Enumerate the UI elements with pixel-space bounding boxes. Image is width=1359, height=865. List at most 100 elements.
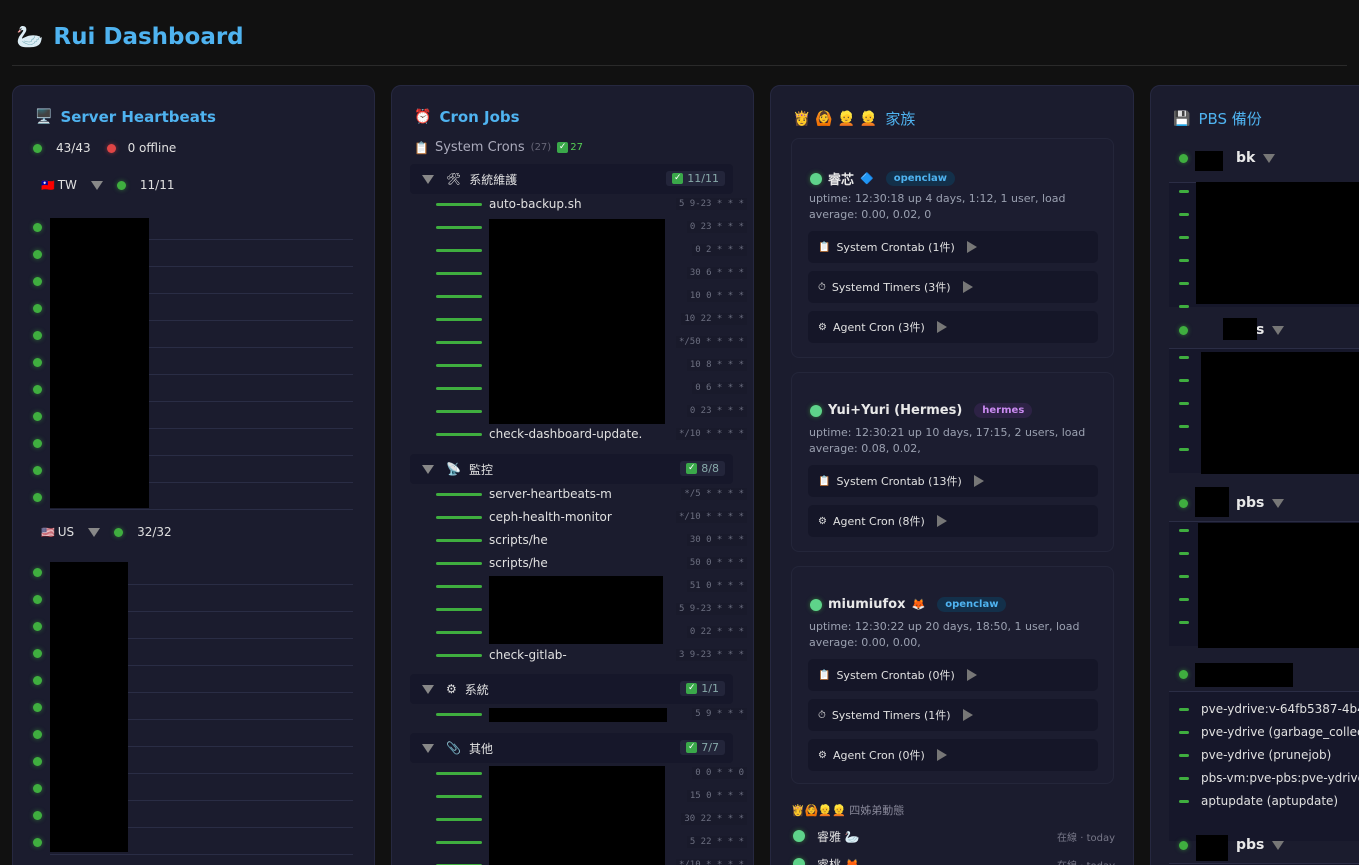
job-name: ceph-health-monitor [489,510,612,524]
cron-job-row[interactable]: scripts/he 30 0 * * * [392,531,753,551]
redacted-block [489,219,665,424]
pbs-job-item[interactable]: pve-ydrive (garbage_collectio [1201,725,1359,739]
sister-name: 睿桃 🦊 [817,857,860,865]
online-dot-icon [810,598,822,611]
cron-job-row[interactable]: check-gitlab- 3 9-23 * * * [392,646,753,666]
panel-title-text: PBS 備份 [1198,110,1262,128]
chevron-down-icon[interactable] [1272,840,1285,850]
host-name-row: Yui+Yuri (Hermes) hermes [810,403,1033,418]
pbs-backup-panel: 💾 PBS 備份 bk pbs pbs pbs pve-ydrive:v-64fb538… [1150,85,1359,865]
group-count-badge: ✓ 1/1 [680,681,725,696]
chevron-down-icon[interactable] [422,743,434,753]
redacted-block [489,576,663,644]
cron-section-toggle[interactable]: ⚙ Agent Cron (8件) [808,505,1098,537]
cron-section-toggle[interactable]: ⏱ Systemd Timers (3件) [808,271,1098,303]
job-schedule: 51 0 * * * [686,580,747,592]
cron-group-header[interactable]: 🛠 系統維護 ✓ 11/11 [410,164,733,194]
host-card: miumiufox 🦊 openclaw uptime: 12:30:22 up 20… [791,566,1114,784]
group-count-badge: ✓ 11/11 [666,171,725,186]
redacted-block [1195,487,1229,517]
status-dot-icon [33,331,42,340]
cron-job-row[interactable]: ceph-health-monitor */10 * * * * [392,508,753,528]
sister-row[interactable]: 睿雅 🦢 在線 · today [793,826,1115,846]
chevron-down-icon[interactable] [88,527,101,537]
chevron-right-icon[interactable] [936,515,947,527]
job-status-bar [436,516,482,519]
chevron-down-icon[interactable] [1263,153,1276,163]
pbs-job-item[interactable]: pbs-vm:pve-pbs:pve-ydrive::s [1201,771,1359,785]
status-dot-icon [33,358,42,367]
group-label: 系統維護 [469,172,518,187]
pbs-job-item[interactable]: pve-ydrive:v-64fb5387-4b46 ( [1201,702,1359,716]
chevron-down-icon[interactable] [422,684,434,694]
host-name: miumiufox [828,597,906,612]
cron-job-row[interactable]: auto-backup.sh 5 9-23 * * * [392,195,753,215]
status-dot-icon [116,180,126,190]
job-schedule: */50 * * * * [675,336,747,348]
agent-type-badge: hermes [974,403,1033,418]
cron-section-toggle[interactable]: ⏱ Systemd Timers (1件) [808,699,1098,731]
chevron-right-icon[interactable] [966,241,977,253]
section-label: System Crontab (0件) [836,669,955,682]
status-dot-icon [33,757,42,766]
job-schedule: 3 9-23 * * * [675,649,747,661]
agent-type-badge: openclaw [937,597,1007,612]
status-dot-icon [33,811,42,820]
job-status-bar [436,203,482,206]
gear-icon: ⚙ [818,515,827,527]
job-status-bar [436,249,482,252]
chevron-right-icon[interactable] [966,669,977,681]
cron-job-row[interactable]: server-heartbeats-m */5 * * * * [392,485,753,505]
panel-title-text: Cron Jobs [439,108,520,126]
group-count: 8/8 [701,462,719,475]
panel-title: 💾 PBS 備份 [1173,108,1262,129]
chevron-right-icon[interactable] [962,709,973,721]
redacted-block [1223,318,1257,340]
chevron-right-icon[interactable] [936,749,947,761]
sister-row[interactable]: 睿桃 🦊 在線 · today [793,854,1115,865]
region-us-header[interactable]: 🇺🇸 US 32/32 [41,525,172,539]
host-name-row: miumiufox 🦊 openclaw [810,597,1007,612]
chevron-right-icon[interactable] [973,475,984,487]
cron-jobs-panel: ⏰ Cron Jobs 📋 System Crons (27) ✓ 27 🛠 系統… [391,85,754,865]
cron-section-toggle[interactable]: ⚙ Agent Cron (3件) [808,311,1098,343]
job-status-bar [436,387,482,390]
job-schedule: 10 0 * * * [686,290,747,302]
redacted-block [489,766,665,865]
server-heartbeats-panel: 🖥️ Server Heartbeats 43/43 0 offline 🇹🇼 … [12,85,375,865]
pbs-job-item[interactable]: aptupdate (aptupdate) [1201,794,1338,808]
job-name: scripts/he [489,533,548,547]
chevron-down-icon[interactable] [90,180,103,190]
cron-section-toggle[interactable]: 📋 System Crontab (13件) [808,465,1098,497]
chevron-right-icon[interactable] [962,281,973,293]
pbs-group-label: pbs [1236,837,1265,853]
cron-section-toggle[interactable]: 📋 System Crontab (1件) [808,231,1098,263]
panel-title: 🖥️ Server Heartbeats [35,108,216,126]
cron-job-row[interactable]: check-dashboard-update. */10 * * * * [392,425,753,445]
chevron-right-icon[interactable] [936,321,947,333]
pbs-group-header[interactable]: pbs [1169,313,1359,347]
check-icon: ✓ [672,173,684,184]
cron-job-row[interactable]: scripts/he 50 0 * * * [392,554,753,574]
job-schedule: 0 6 * * * [692,382,747,394]
cron-group-header[interactable]: 📡 監控 ✓ 8/8 [410,454,733,484]
chevron-down-icon[interactable] [422,464,434,474]
host-card: 睿芯 🔷 openclaw uptime: 12:30:18 up 4 days, 1… [791,138,1114,358]
pbs-job-item[interactable]: pve-ydrive (prunejob) [1201,748,1331,762]
cron-group-header[interactable]: 📎 其他 ✓ 7/7 [410,733,733,763]
chevron-down-icon[interactable] [1272,325,1285,335]
section-label: Systemd Timers (1件) [831,709,951,722]
chevron-down-icon[interactable] [422,174,434,184]
region-tw-header[interactable]: 🇹🇼 TW 11/11 [41,178,175,192]
check-icon: ✓ [686,463,698,474]
status-bar [1179,190,1189,193]
cron-group-header[interactable]: ⚙ 系統 ✓ 1/1 [410,674,733,704]
job-schedule: 30 22 * * * [681,813,747,825]
chevron-down-icon[interactable] [1272,498,1285,508]
job-status-bar [436,493,482,496]
cron-section-toggle[interactable]: ⚙ Agent Cron (0件) [808,739,1098,771]
job-status-bar [436,341,482,344]
section-label: Agent Cron (3件) [832,321,925,334]
cron-section-toggle[interactable]: 📋 System Crontab (0件) [808,659,1098,691]
group-icon: 📡 [446,462,461,476]
